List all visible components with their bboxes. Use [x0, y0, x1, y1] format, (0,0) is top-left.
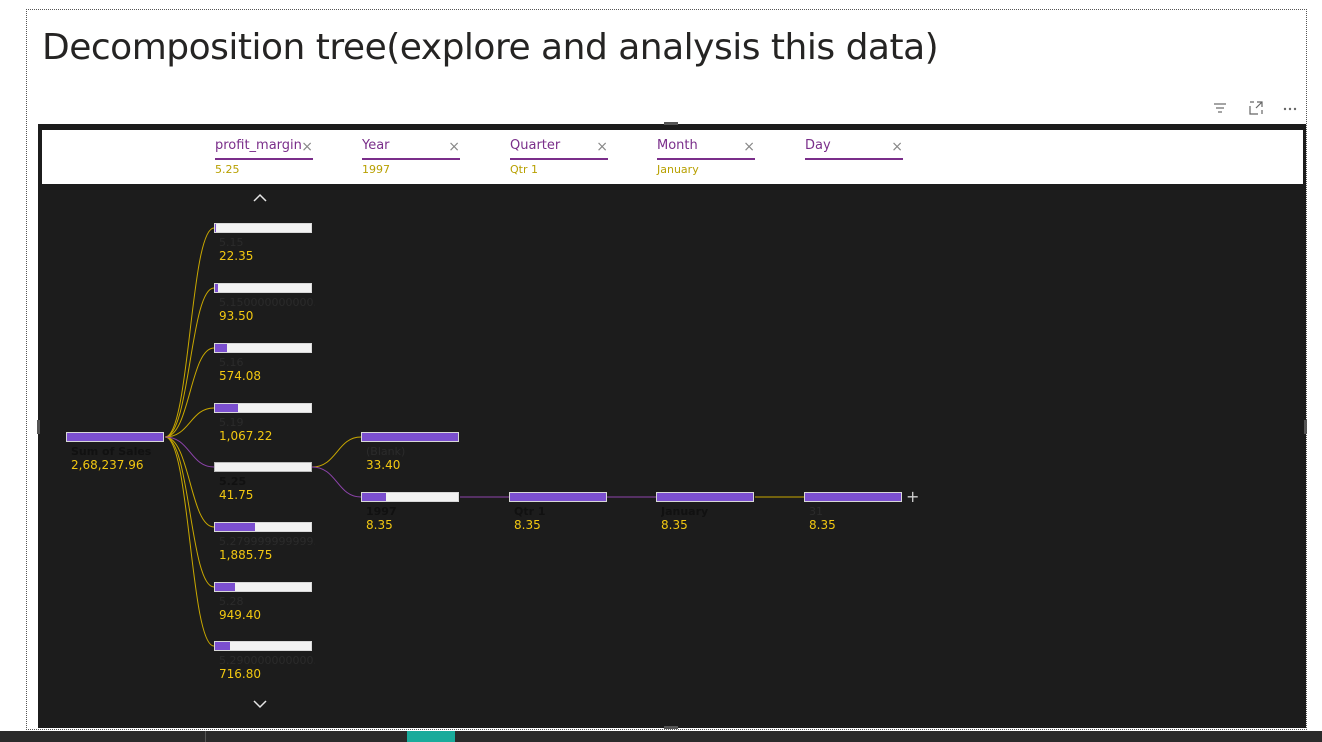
- node-value: 1,067.22: [219, 429, 273, 443]
- node-label: January: [661, 505, 709, 518]
- close-icon[interactable]: ×: [301, 140, 313, 154]
- level-header-year[interactable]: Year × 1997: [362, 138, 460, 176]
- scroll-up-chevron-icon[interactable]: [252, 192, 268, 208]
- node-label: 5.150000000000...: [219, 296, 315, 309]
- more-options-icon[interactable]: [1282, 100, 1298, 116]
- node-label: Sum of Sales: [71, 445, 152, 458]
- level-header-label: Month: [657, 138, 698, 153]
- node-bar: [214, 582, 312, 592]
- level-header-quarter[interactable]: Quarter × Qtr 1: [510, 138, 608, 176]
- node-bar-fill: [362, 493, 386, 501]
- level-header-underline: [805, 158, 903, 160]
- node-bar: [214, 641, 312, 651]
- level-header-value: 1997: [362, 163, 390, 176]
- filter-icon[interactable]: [1212, 100, 1228, 116]
- level-header-value: January: [657, 163, 699, 176]
- level-header-underline: [510, 158, 608, 160]
- node-value: 33.40: [366, 458, 401, 472]
- level-header-value: Qtr 1: [510, 163, 538, 176]
- node-bar: [214, 343, 312, 353]
- node-bar-fill: [215, 224, 216, 232]
- node-bar: [214, 223, 312, 233]
- node-bar-fill: [215, 642, 231, 650]
- level-header-day[interactable]: Day ×: [805, 138, 903, 174]
- node-label: Qtr 1: [514, 505, 546, 518]
- close-icon[interactable]: ×: [596, 140, 608, 154]
- level-header-label: profit_margin: [215, 138, 302, 153]
- level-header-label: Quarter: [510, 138, 561, 153]
- node-bar: [656, 492, 754, 502]
- node-bar: [66, 432, 164, 442]
- node-bar: [214, 403, 312, 413]
- level-header-profit-margin[interactable]: profit_margin × 5.25: [215, 138, 313, 176]
- node-value: 8.35: [514, 518, 541, 532]
- level-header-underline: [657, 158, 755, 160]
- node-value: 949.40: [219, 608, 261, 622]
- node-label: 5.28: [219, 595, 244, 608]
- node-bar-fill: [362, 433, 458, 441]
- node-value: 1,885.75: [219, 548, 273, 562]
- node-label: 5.279999999999...: [219, 535, 315, 548]
- node-value: 716.80: [219, 667, 261, 681]
- close-icon[interactable]: ×: [448, 140, 460, 154]
- node-value: 8.35: [661, 518, 688, 532]
- node-value: 574.08: [219, 369, 261, 383]
- node-value: 2,68,237.96: [71, 458, 144, 472]
- page-title: Decomposition tree(explore and analysis …: [42, 27, 939, 68]
- scroll-down-chevron-icon[interactable]: [252, 698, 268, 714]
- node-label: 5.15: [219, 236, 244, 249]
- node-label: 1997: [366, 505, 397, 518]
- resize-handle-bottom[interactable]: [664, 726, 678, 729]
- node-bar-fill: [215, 344, 228, 352]
- expand-plus-icon[interactable]: +: [906, 487, 919, 506]
- node-label: 5.25: [219, 475, 247, 488]
- level-header-label: Day: [805, 138, 831, 153]
- node-bar-fill: [510, 493, 606, 501]
- visual-toolbar: [1212, 100, 1302, 116]
- node-value: 22.35: [219, 249, 254, 263]
- node-bar: [509, 492, 607, 502]
- node-bar-fill: [67, 433, 163, 441]
- node-bar: [214, 283, 312, 293]
- level-header-underline: [215, 158, 313, 160]
- resize-handle-left[interactable]: [37, 420, 40, 434]
- node-bar-fill: [657, 493, 753, 501]
- node-bar-fill: [215, 284, 218, 292]
- node-bar-fill: [215, 404, 239, 412]
- level-header-value: 5.25: [215, 163, 240, 176]
- node-bar: [214, 462, 312, 472]
- node-label: 5.290000000000...: [219, 654, 315, 667]
- level-header-underline: [362, 158, 460, 160]
- node-bar-fill: [215, 523, 256, 531]
- node-label: 5.19: [219, 416, 244, 429]
- close-icon[interactable]: ×: [891, 140, 903, 154]
- bottom-bar-divider: [205, 731, 206, 742]
- node-label: (Blank): [366, 445, 406, 458]
- node-value: 8.35: [366, 518, 393, 532]
- node-value: 41.75: [219, 488, 254, 502]
- level-header-month[interactable]: Month × January: [657, 138, 755, 176]
- close-icon[interactable]: ×: [743, 140, 755, 154]
- node-bar-fill: [215, 583, 236, 591]
- active-page-tab[interactable]: [407, 731, 455, 742]
- node-bar: [804, 492, 902, 502]
- node-bar-fill: [805, 493, 901, 501]
- node-bar: [361, 432, 459, 442]
- focus-mode-icon[interactable]: [1248, 100, 1264, 116]
- node-bar: [214, 522, 312, 532]
- level-header-label: Year: [362, 138, 390, 153]
- node-label: 5.16: [219, 356, 244, 369]
- node-bar: [361, 492, 459, 502]
- node-value: 93.50: [219, 309, 254, 323]
- bottom-bar: [0, 731, 1322, 742]
- node-value: 8.35: [809, 518, 836, 532]
- node-label: 31: [809, 505, 823, 518]
- resize-handle-right[interactable]: [1304, 420, 1307, 434]
- resize-handle-top[interactable]: [664, 122, 678, 125]
